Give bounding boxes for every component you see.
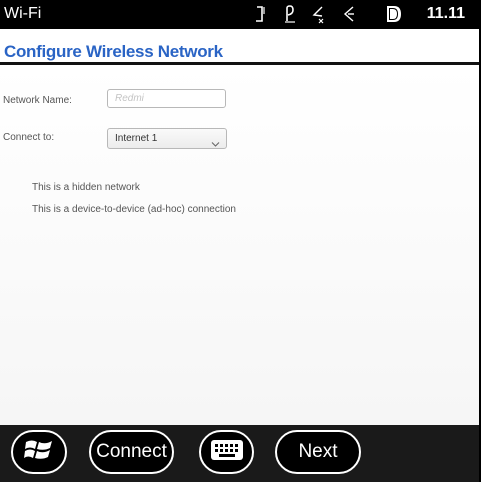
signal-icon[interactable] [252,4,270,24]
windows-start-icon [24,437,54,468]
connect-button-label: Connect [96,441,167,462]
page-header: Configure Wireless Network [0,29,481,65]
connect-to-selected-value: Internet 1 [115,133,158,144]
next-button-label: Next [298,441,338,462]
connect-button[interactable]: Connect [89,430,174,474]
status-bar: Wi-Fi 11.11 [0,0,481,29]
next-button[interactable]: Next [275,430,361,474]
start-button[interactable] [11,430,67,474]
connectivity-icon[interactable] [282,4,300,24]
wifi-icon[interactable] [340,4,358,24]
connect-to-select[interactable]: Internet 1 [107,128,227,149]
status-bar-title: Wi-Fi [4,5,42,22]
network-name-label: Network Name: [3,95,72,106]
wifi-config-screen: Wi-Fi 11.11 Configure Wireless Network N… [0,0,481,482]
keyboard-icon [210,439,244,466]
keyboard-button[interactable] [199,430,254,474]
chevron-down-icon [211,135,220,153]
adhoc-connection-option[interactable]: This is a device-to-device (ad-hoc) conn… [32,204,236,215]
battery-icon[interactable] [384,4,404,24]
status-bar-time: 11.11 [426,5,465,22]
connect-to-label: Connect to: [3,132,55,143]
form-area [0,65,481,425]
sound-off-icon[interactable] [310,4,328,24]
page-title: Configure Wireless Network [4,42,223,61]
network-name-input[interactable] [107,89,226,108]
hidden-network-option[interactable]: This is a hidden network [32,182,140,193]
